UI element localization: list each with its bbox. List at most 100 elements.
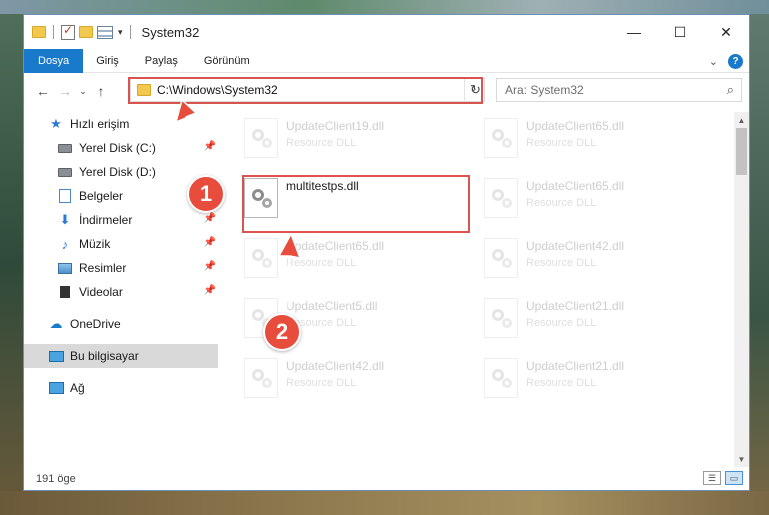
star-icon: ★ [50,116,62,131]
dll-file-icon [484,238,518,278]
sidebar-item-music[interactable]: ♪ Müzik 📌 [24,232,218,256]
tab-file[interactable]: Dosya [24,48,84,73]
tab-share[interactable]: Paylaş [132,49,191,73]
file-item[interactable]: UpdateClient65.dll Resource DLL [464,112,694,168]
ribbon-tabs: Dosya Giriş Paylaş Görünüm ⌄ ? [24,48,749,73]
window-title: System32 [141,24,200,40]
properties-check-icon[interactable] [61,23,75,40]
file-name: UpdateClient65.dll [286,239,385,253]
file-name: UpdateClient42.dll [286,359,385,373]
large-icons-view-icon[interactable]: ▭ [725,471,743,485]
item-count: 191 öge [36,472,76,485]
search-icon[interactable]: ⌕ [727,82,734,98]
sidebar-item-label: OneDrive [70,317,121,331]
sidebar-item-videos[interactable]: Videolar 📌 [24,280,218,304]
file-item[interactable]: UpdateClient21.dll Resource DLL [464,352,694,408]
folder-icon [32,26,46,38]
tab-home[interactable]: Giriş [83,49,132,73]
help-icon[interactable]: ? [728,53,743,69]
pin-icon[interactable]: 📌 [204,237,216,248]
dll-file-icon [484,358,518,398]
dll-file-icon [484,178,518,218]
drive-icon [57,164,73,180]
sidebar-item-label: Ağ [70,381,85,395]
dll-file-icon [484,298,518,338]
quick-access-toolbar: ▾ [24,15,134,49]
details-view-icon[interactable]: ☰ [703,471,721,485]
dll-file-icon [484,118,518,158]
view-properties-icon[interactable] [97,25,113,39]
dll-file-icon [244,118,278,158]
pin-icon[interactable]: 📌 [204,285,216,296]
file-type: Resource DLL [526,137,597,149]
cloud-icon: ☁ [49,316,63,331]
scroll-down-button[interactable]: ▼ [734,451,749,467]
music-icon: ♪ [61,236,69,252]
close-button[interactable]: ✕ [703,15,749,49]
file-item[interactable]: UpdateClient5.dll Resource DLL [224,292,454,348]
file-name: UpdateClient19.dll [286,119,385,133]
navigation-pane: ★ Hızlı erişim Yerel Disk (C:) 📌 Yerel D… [24,112,218,467]
vertical-scrollbar[interactable]: ▲ ▼ [734,112,749,467]
sidebar-item-label: Videolar [79,285,123,299]
pin-icon[interactable]: 📌 [204,213,216,224]
address-highlight-box [128,77,483,104]
minimize-button[interactable]: — [611,15,657,49]
file-highlight-box [242,175,470,233]
search-input[interactable]: Ara: System32 [505,83,584,97]
file-item[interactable]: UpdateClient19.dll Resource DLL [224,112,454,168]
pin-icon[interactable]: 📌 [204,261,216,272]
desktop-background [0,0,769,14]
file-item[interactable]: UpdateClient42.dll Resource DLL [224,352,454,408]
file-item[interactable]: UpdateClient65.dll Resource DLL [224,232,454,288]
file-type: Resource DLL [526,257,597,269]
toolbar-divider [53,25,54,39]
file-type: Resource DLL [526,317,597,329]
search-box[interactable]: Ara: System32 ⌕ [496,78,742,102]
sidebar-item-quick-access[interactable]: ★ Hızlı erişim [24,112,218,136]
sidebar-item-onedrive[interactable]: ☁ OneDrive [24,312,218,336]
pin-icon[interactable]: 📌 [204,141,216,152]
file-type: Resource DLL [526,197,597,209]
network-icon [48,380,64,396]
sidebar-item-label: Yerel Disk (C:) [79,141,156,155]
file-item[interactable]: UpdateClient42.dll Resource DLL [464,232,694,288]
file-item[interactable]: UpdateClient65.dll Resource DLL [464,172,694,228]
title-bar[interactable]: ▾ System32 — ☐ ✕ [24,15,749,49]
sidebar-item-downloads[interactable]: ⬇ İndirmeler 📌 [24,208,218,232]
sidebar-item-local-disk-c[interactable]: Yerel Disk (C:) 📌 [24,136,218,160]
forward-button[interactable]: → [54,79,76,103]
caption-buttons: — ☐ ✕ [611,15,749,49]
scroll-thumb[interactable] [736,128,747,175]
new-folder-icon[interactable] [79,26,93,38]
scroll-up-button[interactable]: ▲ [734,112,749,128]
sidebar-item-network[interactable]: Ağ [24,376,218,400]
file-type: Resource DLL [286,257,357,269]
desktop-background [0,14,23,515]
dll-file-icon [244,358,278,398]
file-name: UpdateClient65.dll [526,119,625,133]
file-type: Resource DLL [286,137,357,149]
tab-view[interactable]: Görünüm [191,49,263,73]
desktop-background [0,491,769,515]
file-name: UpdateClient65.dll [526,179,625,193]
customize-toolbar-dropdown[interactable]: ▾ [118,27,123,38]
file-list: UpdateClient19.dll Resource DLL UpdateCli… [224,112,734,467]
expand-ribbon-icon[interactable]: ⌄ [709,55,718,68]
file-name: UpdateClient42.dll [526,239,625,253]
dll-file-icon [244,238,278,278]
up-button[interactable]: ↑ [90,79,112,103]
maximize-button[interactable]: ☐ [657,15,703,49]
file-item[interactable]: UpdateClient21.dll Resource DLL [464,292,694,348]
back-button[interactable]: ← [32,79,54,103]
status-bar: 191 öge ☰ ▭ [24,467,749,490]
download-icon: ⬇ [59,212,71,227]
sidebar-item-pictures[interactable]: Resimler 📌 [24,256,218,280]
pictures-icon [57,260,73,276]
sidebar-item-local-disk-d[interactable]: Yerel Disk (D:) [24,160,218,184]
sidebar-item-label: Yerel Disk (D:) [79,165,156,179]
sidebar-item-this-pc[interactable]: Bu bilgisayar [24,344,218,368]
recent-locations-dropdown[interactable]: ⌄ [76,79,90,103]
